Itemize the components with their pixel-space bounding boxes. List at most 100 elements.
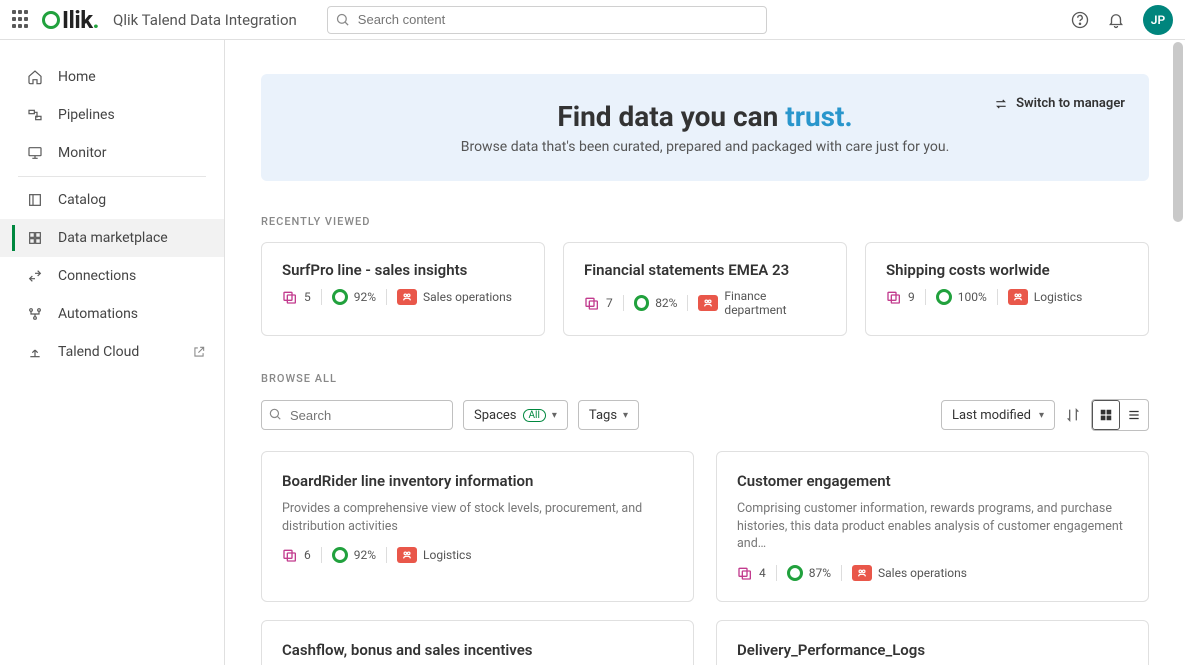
- domain-badge-icon: [397, 547, 417, 563]
- hero-subtitle: Browse data that's been curated, prepare…: [291, 139, 1119, 155]
- dataset-count: 9: [908, 290, 915, 304]
- domain-badge-icon: [698, 295, 718, 311]
- quality-donut-icon: [787, 565, 803, 581]
- hero-banner: Switch to manager Find data you can trus…: [261, 74, 1149, 181]
- filter-label: Tags: [589, 408, 617, 423]
- domain-label: Logistics: [1034, 290, 1082, 304]
- quality-percent: 92%: [354, 290, 376, 304]
- external-link-icon: [192, 345, 206, 359]
- card-title: Shipping costs worlwide: [886, 261, 1128, 279]
- domain-label: Sales operations: [423, 290, 512, 304]
- sidebar-item-connections[interactable]: Connections: [0, 257, 224, 295]
- sidebar-item-label: Automations: [58, 306, 138, 322]
- pipelines-icon: [26, 107, 44, 123]
- quality-percent: 87%: [809, 566, 831, 580]
- recent-card[interactable]: Financial statements EMEA 23 7 82% Finan…: [563, 242, 847, 336]
- sidebar-item-label: Catalog: [58, 192, 106, 208]
- browse-card[interactable]: Delivery_Performance_Logs 3 81% Logistic…: [716, 620, 1149, 665]
- filter-label: Spaces: [474, 408, 517, 423]
- sidebar-item-label: Monitor: [58, 145, 107, 161]
- card-title: Financial statements EMEA 23: [584, 261, 826, 279]
- catalog-icon: [26, 192, 44, 208]
- sidebar-item-label: Pipelines: [58, 107, 115, 123]
- domain-badge-icon: [852, 565, 872, 581]
- filter-badge: All: [523, 409, 546, 422]
- domain-label: Finance department: [724, 289, 826, 317]
- quality-donut-icon: [936, 289, 952, 305]
- quality-donut-icon: [332, 547, 348, 563]
- filter-spaces-dropdown[interactable]: Spaces All ▾: [463, 400, 568, 430]
- dataset-count: 6: [304, 548, 311, 562]
- sidebar-item-pipelines[interactable]: Pipelines: [0, 96, 224, 134]
- automations-icon: [26, 306, 44, 322]
- card-title: Cashflow, bonus and sales incentives: [282, 641, 673, 659]
- card-title: BoardRider line inventory information: [282, 472, 673, 490]
- sidebar: Home Pipelines Monitor Catalog Data mark…: [0, 40, 225, 665]
- main-content: Switch to manager Find data you can trus…: [225, 40, 1185, 665]
- switch-to-manager-button[interactable]: Switch to manager: [994, 96, 1125, 111]
- dataset-count-icon: [886, 289, 902, 305]
- sort-dropdown[interactable]: Last modified ▾: [941, 400, 1055, 430]
- dataset-count-icon: [737, 565, 753, 581]
- card-title: SurfPro line - sales insights: [282, 261, 524, 279]
- sidebar-item-label: Connections: [58, 268, 136, 284]
- sidebar-item-data-marketplace[interactable]: Data marketplace: [0, 219, 224, 257]
- quality-donut-icon: [634, 295, 649, 311]
- bell-icon[interactable]: [1107, 11, 1125, 29]
- domain-label: Sales operations: [878, 566, 967, 580]
- connections-icon: [26, 268, 44, 284]
- sort-direction-button[interactable]: [1065, 407, 1081, 423]
- app-title: Qlik Talend Data Integration: [113, 11, 297, 29]
- switch-label: Switch to manager: [1016, 96, 1125, 111]
- card-description: Provides a comprehensive view of stock l…: [282, 500, 673, 535]
- domain-badge-icon: [1008, 289, 1028, 305]
- sidebar-item-home[interactable]: Home: [0, 58, 224, 96]
- browse-search-input[interactable]: [261, 400, 453, 430]
- section-recently-viewed-label: RECENTLY VIEWED: [261, 215, 1149, 228]
- scrollbar-thumb[interactable]: [1173, 42, 1183, 222]
- quality-percent: 82%: [655, 296, 677, 310]
- filter-tags-dropdown[interactable]: Tags ▾: [578, 400, 639, 430]
- chevron-down-icon: ▾: [623, 410, 628, 421]
- help-icon[interactable]: [1071, 11, 1089, 29]
- recent-card[interactable]: SurfPro line - sales insights 5 92% Sale…: [261, 242, 545, 336]
- sidebar-item-label: Talend Cloud: [58, 344, 139, 360]
- quality-donut-icon: [332, 289, 348, 305]
- sidebar-item-catalog[interactable]: Catalog: [0, 181, 224, 219]
- section-browse-all-label: BROWSE ALL: [261, 372, 1149, 385]
- swap-icon: [994, 97, 1008, 111]
- dataset-count-icon: [282, 289, 298, 305]
- search-icon: [268, 407, 282, 421]
- avatar[interactable]: JP: [1143, 5, 1173, 35]
- global-search-input[interactable]: [327, 6, 767, 34]
- chevron-down-icon: ▾: [552, 410, 557, 421]
- domain-badge-icon: [397, 289, 417, 305]
- browse-card[interactable]: Customer engagement Comprising customer …: [716, 451, 1149, 602]
- dataset-count: 5: [304, 290, 311, 304]
- dataset-count-icon: [282, 547, 298, 563]
- quality-percent: 92%: [354, 548, 376, 562]
- chevron-down-icon: ▾: [1039, 410, 1044, 421]
- quality-percent: 100%: [958, 290, 987, 304]
- recent-card[interactable]: Shipping costs worlwide 9 100% Logistics: [865, 242, 1149, 336]
- card-title: Customer engagement: [737, 472, 1128, 490]
- list-view-button[interactable]: [1120, 400, 1148, 430]
- sidebar-item-automations[interactable]: Automations: [0, 295, 224, 333]
- card-title: Delivery_Performance_Logs: [737, 641, 1128, 659]
- sidebar-item-label: Data marketplace: [58, 230, 168, 246]
- dataset-count: 7: [606, 296, 613, 310]
- home-icon: [26, 69, 44, 85]
- card-description: Comprising customer information, rewards…: [737, 500, 1128, 553]
- browse-card[interactable]: BoardRider line inventory information Pr…: [261, 451, 694, 602]
- marketplace-icon: [26, 230, 44, 246]
- sort-label: Last modified: [952, 408, 1031, 423]
- sidebar-item-label: Home: [58, 69, 96, 85]
- cloud-icon: [26, 344, 44, 360]
- browse-card[interactable]: Cashflow, bonus and sales incentives Cur…: [261, 620, 694, 665]
- sidebar-item-talend-cloud[interactable]: Talend Cloud: [0, 333, 224, 371]
- qlik-logo: Ilik.: [42, 6, 99, 34]
- sidebar-item-monitor[interactable]: Monitor: [0, 134, 224, 172]
- apps-launcher-icon[interactable]: [12, 10, 32, 30]
- grid-view-button[interactable]: [1092, 400, 1120, 430]
- search-icon: [335, 12, 350, 27]
